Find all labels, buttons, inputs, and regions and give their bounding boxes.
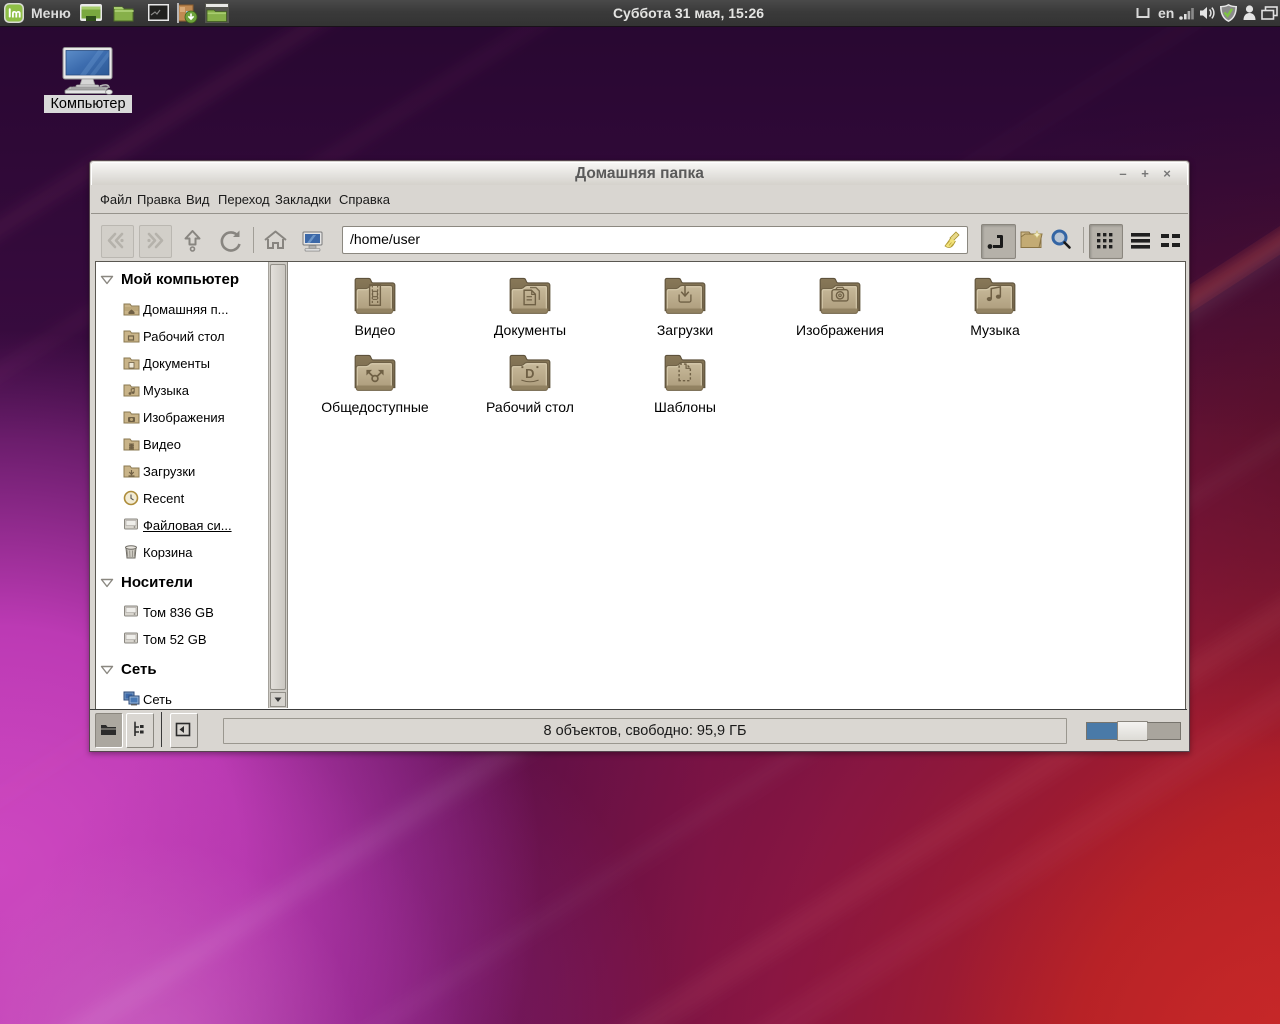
svg-text:D: D	[525, 366, 534, 381]
